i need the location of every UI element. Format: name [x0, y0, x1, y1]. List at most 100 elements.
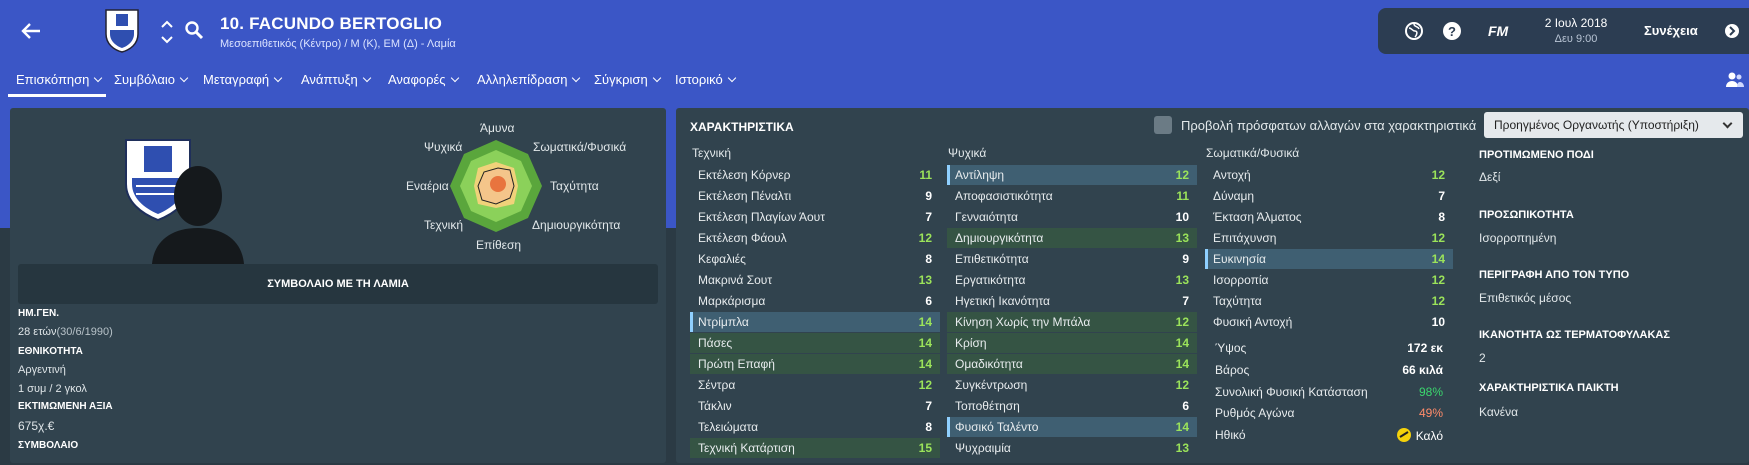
polygon-label-physical: Σωματικά/Φυσικά [533, 140, 627, 154]
attribute-row[interactable]: Κρίση 14 [947, 333, 1197, 353]
attribute-name: Τάκλιν [698, 399, 732, 413]
tab-comparison[interactable]: Σύγκριση [594, 72, 660, 87]
attribute-row[interactable]: Πάσες 14 [690, 333, 940, 353]
attribute-row[interactable]: Ψυχραιμία 13 [947, 438, 1197, 458]
show-changes-label[interactable]: Προβολή πρόσφατων αλλαγών στα χαρακτηρισ… [1181, 118, 1476, 133]
attribute-name: Δύναμη [1213, 189, 1255, 203]
attribute-row[interactable]: Κεφαλιές 8 [690, 249, 940, 269]
attribute-row[interactable]: Τεχνική Κατάρτιση 15 [690, 438, 940, 458]
attribute-row[interactable]: Εργατικότητα 13 [947, 270, 1197, 290]
tab-overview[interactable]: Επισκόπηση [16, 72, 101, 87]
attribute-name: Τοποθέτηση [955, 399, 1020, 413]
attribute-name: Εκτέλεση Πλαγίων Άουτ [698, 210, 825, 224]
fm-menu-button[interactable]: FM [1488, 23, 1508, 39]
attribute-row[interactable]: Αποφασιστικότητα 11 [947, 186, 1197, 206]
attribute-row[interactable]: Εκτέλεση Κόρνερ 11 [690, 165, 940, 185]
attribute-value: 14 [1175, 420, 1189, 434]
sharpness-value: 49% [1418, 406, 1443, 420]
attribute-row[interactable]: Τελειώματα 8 [690, 417, 940, 437]
attribute-row[interactable]: Τοποθέτηση 6 [947, 396, 1197, 416]
show-changes-checkbox[interactable] [1154, 116, 1172, 134]
value-value: 675χ.€ [18, 419, 55, 433]
attribute-row[interactable]: Φυσική Αντοχή 10 [1205, 312, 1453, 332]
attribute-value: 6 [1182, 399, 1189, 413]
attribute-name: Ισορροπία [1213, 273, 1269, 287]
sharpness-label: Ρυθμός Αγώνα [1215, 406, 1295, 420]
player-positions: Μεσοεπιθετικός (Κέντρο) / Μ (Κ), ΕΜ (Δ) … [220, 38, 456, 50]
attribute-row[interactable]: Πρώτη Επαφή 14 [690, 354, 940, 374]
tab-contract[interactable]: Συμβόλαιο [114, 72, 187, 87]
player-silhouette-icon [152, 166, 244, 264]
tab-history[interactable]: Ιστορικό [675, 72, 735, 87]
attribute-value: 14 [918, 336, 932, 350]
attribute-name: Μακρινά Σουτ [698, 273, 773, 287]
polygon-label-attack: Επίθεση [476, 238, 522, 252]
svg-text:?: ? [1448, 24, 1456, 39]
attribute-value: 13 [918, 273, 932, 287]
condition-value: 98% [1418, 385, 1443, 399]
tab-transfer[interactable]: Μεταγραφή [203, 72, 281, 87]
attribute-row[interactable]: Ταχύτητα 12 [1205, 291, 1453, 311]
attribute-row[interactable]: Φυσικό Ταλέντο 14 [947, 417, 1197, 437]
attribute-name: Κρίση [955, 336, 987, 350]
attribute-row[interactable]: Εκτέλεση Πέναλτι 9 [690, 186, 940, 206]
attribute-value: 10 [1175, 210, 1189, 224]
attribute-row[interactable]: Ντρίμπλα 14 [690, 312, 940, 332]
attribute-row[interactable]: Αντίληψη 12 [947, 165, 1197, 185]
polygon-label-mental: Ψυχικά [424, 140, 463, 154]
attribute-value: 14 [1175, 336, 1189, 350]
attribute-value: 13 [1175, 273, 1189, 287]
attribute-name: Έκταση Άλματος [1213, 210, 1302, 224]
world-icon[interactable] [1404, 21, 1424, 41]
attribute-row[interactable]: Σέντρα 12 [690, 375, 940, 395]
continue-arrow-icon[interactable] [1724, 23, 1740, 39]
attribute-value: 11 [919, 168, 932, 182]
attribute-row[interactable]: Ομαδικότητα 14 [947, 354, 1197, 374]
attribute-row[interactable]: Μαρκάρισμα 6 [690, 291, 940, 311]
help-icon[interactable]: ? [1442, 21, 1462, 41]
role-dropdown[interactable]: Προηγμένος Οργανωτής (Υποστήριξη) [1484, 112, 1743, 138]
attribute-row[interactable]: Τάκλιν 7 [690, 396, 940, 416]
continue-button[interactable]: Συνέχεια [1644, 23, 1698, 38]
nationality-value[interactable]: Αργεντινή [18, 364, 66, 376]
back-arrow-icon[interactable] [16, 16, 46, 46]
search-icon[interactable] [184, 20, 204, 40]
attribute-row[interactable]: Επιτάχυνση 12 [1205, 228, 1453, 248]
tab-interaction[interactable]: Αλληλεπίδραση [477, 72, 579, 87]
attribute-row[interactable]: Συγκέντρωση 12 [947, 375, 1197, 395]
attribute-row[interactable]: Κίνηση Χωρίς την Μπάλα 12 [947, 312, 1197, 332]
foot-label: ΠΡΟΤΙΜΩΜΕΝΟ ΠΟΔΙ [1479, 149, 1594, 161]
attribute-value: 7 [925, 210, 932, 224]
age-value: 28 ετών [18, 326, 57, 338]
attribute-name: Ντρίμπλα [698, 315, 749, 329]
attribute-value: 12 [1431, 273, 1445, 287]
attribute-row[interactable]: Ηγετική Ικανότητα 7 [947, 291, 1197, 311]
attribute-value: 7 [1438, 189, 1445, 203]
attribute-row[interactable]: Εκτέλεση Φάουλ 12 [690, 228, 940, 248]
prev-next-icon[interactable] [160, 18, 174, 46]
traits-value: Κανένα [1479, 405, 1519, 419]
tab-bar: Επισκόπηση Συμβόλαιο Μεταγραφή Ανάπτυξη … [0, 62, 1749, 98]
attribute-value: 8 [925, 252, 932, 266]
attribute-row[interactable]: Μακρινά Σουτ 13 [690, 270, 940, 290]
attribute-row[interactable]: Δημιουργικότητα 13 [947, 228, 1197, 248]
attribute-row[interactable]: Ισορροπία 12 [1205, 270, 1453, 290]
game-date: 2 Ιουλ 2018 [1544, 16, 1608, 30]
attribute-row[interactable]: Αντοχή 12 [1205, 165, 1453, 185]
attribute-row[interactable]: Δύναμη 7 [1205, 186, 1453, 206]
attribute-row[interactable]: Γενναιότητα 10 [947, 207, 1197, 227]
attribute-row[interactable]: Εκτέλεση Πλαγίων Άουτ 7 [690, 207, 940, 227]
active-tab-indicator [8, 94, 106, 97]
condition-label: Συνολική Φυσική Κατάσταση [1215, 385, 1368, 399]
attribute-row[interactable]: Ευκινησία 14 [1205, 249, 1453, 269]
attribute-row[interactable]: Έκταση Άλματος 8 [1205, 207, 1453, 227]
attribute-row[interactable]: Επιθετικότητα 9 [947, 249, 1197, 269]
tab-reports[interactable]: Αναφορές [388, 72, 458, 87]
attribute-value: 11 [1176, 189, 1189, 203]
attribute-name: Φυσική Αντοχή [1213, 315, 1293, 329]
tab-development[interactable]: Ανάπτυξη [301, 72, 370, 87]
people-icon[interactable] [1725, 70, 1745, 90]
attribute-value: 14 [918, 315, 932, 329]
attribute-name: Πρώτη Επαφή [698, 357, 775, 371]
attribute-name: Ομαδικότητα [955, 357, 1023, 371]
